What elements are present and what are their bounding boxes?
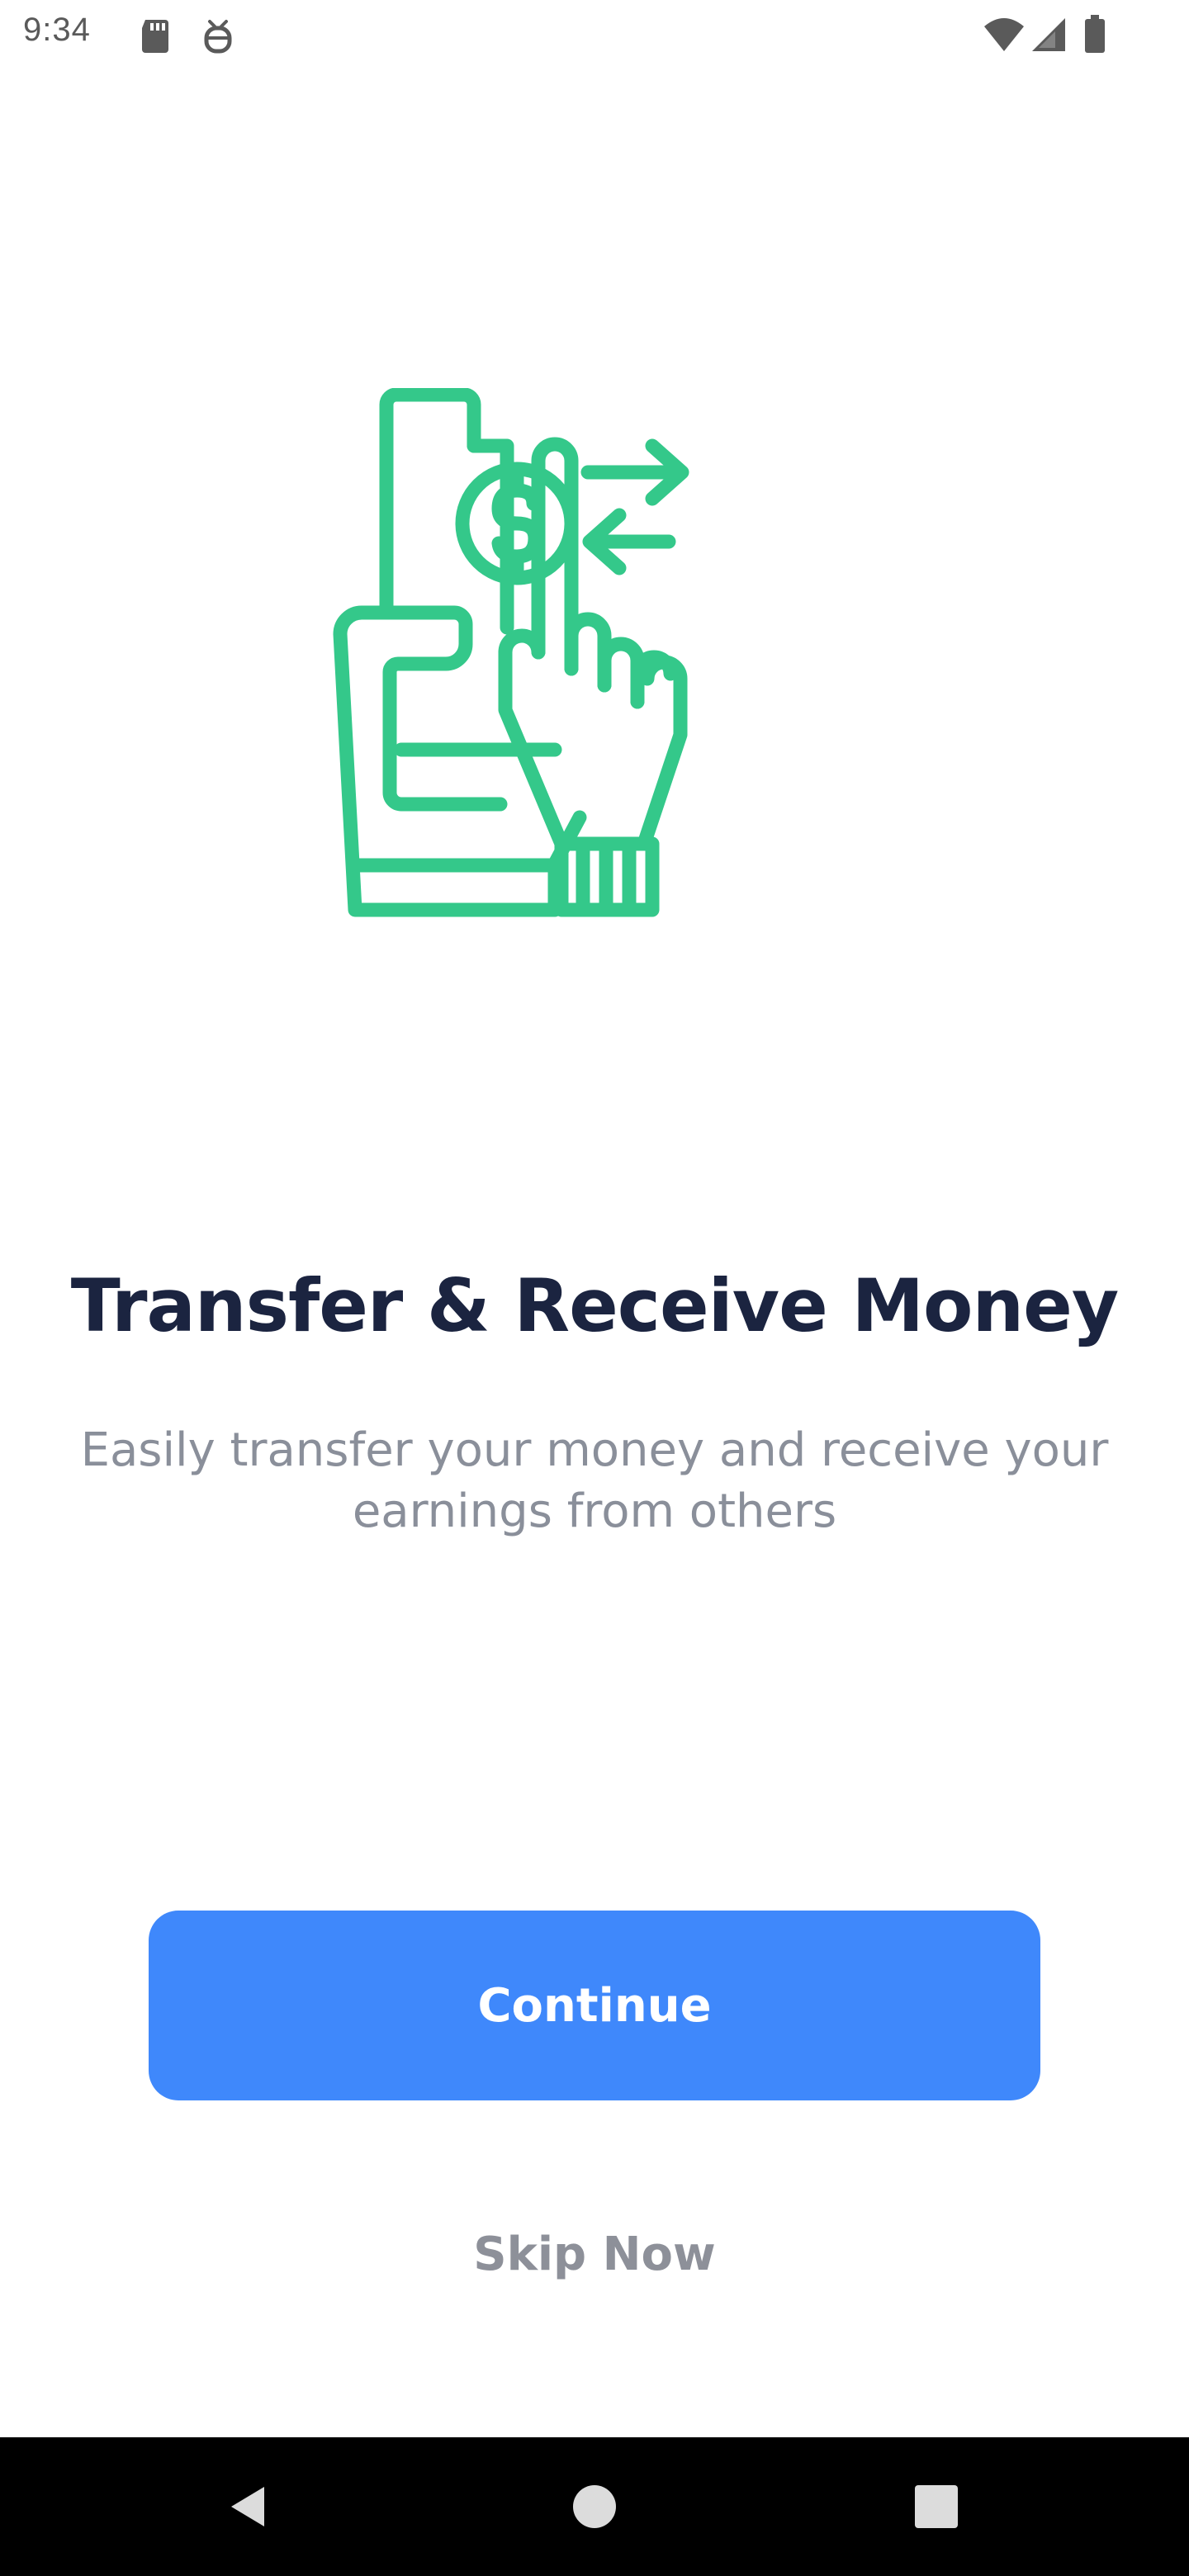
recents-button[interactable]	[895, 2465, 978, 2548]
recents-icon	[915, 2485, 958, 2528]
home-icon	[573, 2485, 616, 2528]
continue-button[interactable]: Continue	[149, 1911, 1040, 2100]
money-transfer-icon	[333, 387, 689, 917]
back-icon	[231, 2487, 264, 2526]
system-nav-bar	[0, 2437, 1189, 2576]
skip-now-button[interactable]: Skip Now	[347, 2213, 842, 2295]
status-time: 9:34	[23, 12, 91, 48]
subtitle-line-1: Easily transfer your money and receive y…	[80, 1423, 1109, 1477]
debug-icon	[201, 17, 234, 58]
wifi-icon	[983, 17, 1026, 56]
signal-icon	[1030, 17, 1067, 56]
onboarding-subtitle: Easily transfer your money and receive y…	[66, 1420, 1123, 1542]
subtitle-line-2: earnings from others	[352, 1485, 837, 1538]
onboarding-screen: 9:34 Transfer & Receive Money Easily tra…	[0, 0, 1189, 2576]
battery-icon	[1083, 13, 1106, 58]
home-button[interactable]	[553, 2465, 636, 2548]
sd-card-icon	[139, 18, 172, 58]
back-button[interactable]	[206, 2465, 289, 2548]
money-transfer-illustration	[322, 387, 867, 933]
status-bar: 9:34	[0, 0, 1189, 69]
onboarding-title: Transfer & Receive Money	[70, 1263, 1119, 1348]
